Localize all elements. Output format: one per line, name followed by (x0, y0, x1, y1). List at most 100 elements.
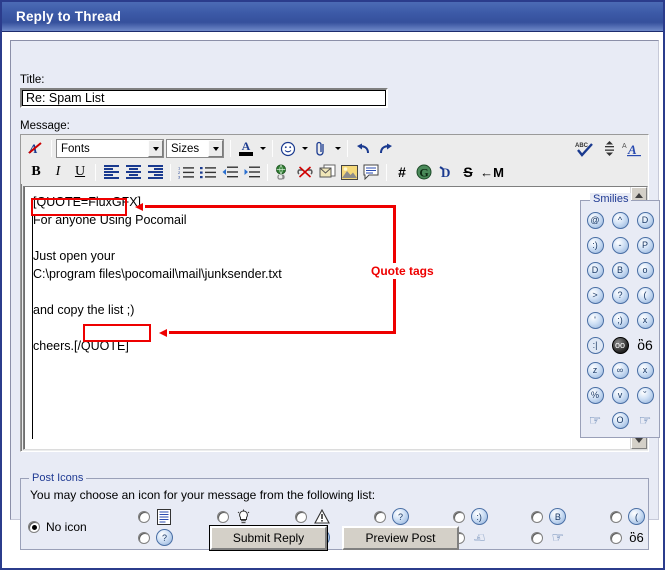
post-icon-option-warning[interactable] (295, 507, 374, 526)
smiley-wink-glyph: ;) (611, 311, 629, 329)
smiley-plain-glyph: :| (586, 336, 604, 354)
post-icon-question: ? (391, 507, 410, 526)
smiley-cry[interactable]: ' (583, 308, 607, 332)
post-icon-option-cool[interactable]: B (531, 507, 610, 526)
smiley-angry-glyph: > (586, 286, 604, 304)
unordered-list-button[interactable] (197, 162, 219, 183)
smiley-dizzy[interactable]: @ (583, 208, 607, 232)
smiley-big-grin[interactable]: D (583, 258, 607, 282)
radio-warning[interactable] (295, 510, 308, 523)
font-color-icon[interactable]: A (235, 138, 257, 159)
attachment-icon[interactable] (310, 138, 332, 159)
smiley-dog-glyph: ὃ6 (637, 337, 653, 353)
reply-to-thread-window: Reply to Thread Title: Message: A (0, 0, 665, 570)
smiley-neutral[interactable]: - (608, 233, 632, 257)
smiley-sad[interactable]: ( (633, 283, 657, 307)
font-family-select[interactable]: Fonts (56, 139, 164, 158)
smiley-dog[interactable]: ὃ6 (633, 333, 657, 357)
smiley-surprised[interactable]: O (608, 408, 632, 432)
smiley-sunglasses-dark[interactable]: oo (608, 333, 632, 357)
font-size-select[interactable]: Sizes (166, 139, 224, 158)
d-button[interactable]: D (435, 162, 457, 183)
post-icon-option-lightbulb[interactable] (216, 507, 296, 526)
underline-button[interactable]: U (69, 162, 91, 183)
smiley-angry[interactable]: > (583, 283, 607, 307)
smiley-no-mouth-glyph: ∞ (611, 361, 629, 379)
s-button[interactable]: S (457, 162, 479, 183)
text-style-icon[interactable]: A A (620, 138, 644, 159)
attachment-chevron-down-icon[interactable] (332, 139, 343, 159)
smiley-thumbs-up[interactable]: ☞ (583, 408, 607, 432)
post-icons-help-text: You may choose an icon for your message … (30, 488, 376, 502)
remove-link-button[interactable] (294, 162, 316, 183)
submit-reply-button[interactable]: Submit Reply (209, 525, 328, 551)
smiley-grin[interactable]: D (633, 208, 657, 232)
indent-button[interactable] (241, 162, 263, 183)
smiley-thumbs-down[interactable]: ☞ (633, 408, 657, 432)
smiley-plain[interactable]: :| (583, 333, 607, 357)
post-icon-option-document[interactable] (138, 507, 217, 526)
align-right-button[interactable] (144, 162, 166, 183)
smiley-cool[interactable]: B (608, 258, 632, 282)
smilies-legend: Smilies (590, 193, 632, 205)
message-textarea[interactable]: [QUOTE=FluxGFX] For anyone Using Pocomai… (24, 187, 630, 449)
smiley-smile[interactable]: :) (583, 233, 607, 257)
smiley-silent[interactable]: x (633, 308, 657, 332)
radio-sad[interactable] (609, 510, 622, 523)
radio-document[interactable] (138, 510, 150, 523)
spellcheck-icon[interactable]: ABC (572, 138, 598, 159)
insert-link-button[interactable] (272, 162, 294, 183)
smiley-grin-glyph: D (636, 211, 654, 229)
title-input[interactable] (20, 88, 388, 108)
m-button[interactable]: ←M (479, 162, 505, 183)
font-family-select-wrap[interactable]: Fonts (56, 139, 166, 158)
outdent-button[interactable] (219, 162, 241, 183)
svg-text:A: A (622, 143, 627, 150)
smiley-dizzy-glyph: @ (586, 211, 604, 229)
post-icon-option-smile[interactable]: :) (452, 507, 532, 526)
font-size-select-wrap[interactable]: Sizes (166, 139, 226, 158)
smiley-blush-glyph: o (636, 261, 654, 279)
post-icon-option-question[interactable]: ? (373, 507, 453, 526)
radio-question[interactable] (373, 510, 386, 523)
hash-button[interactable]: # (391, 162, 413, 183)
insert-quote-button[interactable] (360, 162, 382, 183)
post-icon-smile: :) (470, 507, 489, 526)
radio-smile[interactable] (452, 510, 465, 523)
italic-button[interactable]: I (47, 162, 69, 183)
smiley-tongue[interactable]: P (633, 233, 657, 257)
align-center-button[interactable] (122, 162, 144, 183)
undo-icon[interactable] (352, 138, 374, 159)
smiley-wink-confused[interactable]: ^ (608, 208, 632, 232)
g-button[interactable]: G (413, 162, 435, 183)
smiley-blush[interactable]: o (633, 258, 657, 282)
insert-image-button[interactable] (338, 162, 360, 183)
preview-post-button[interactable]: Preview Post (342, 526, 459, 550)
smiley-sleep[interactable]: z (583, 358, 607, 382)
radio-lightbulb[interactable] (216, 510, 229, 523)
smiley-roll-eyes[interactable]: ˘ (633, 383, 657, 407)
smiley-wink[interactable]: ;) (608, 308, 632, 332)
smiley-sunglasses-dark-glyph: oo (611, 336, 629, 354)
bold-button[interactable]: B (25, 162, 47, 183)
remove-formatting-icon[interactable]: A (25, 138, 47, 159)
smiley-devil[interactable]: v (608, 383, 632, 407)
font-color-chevron-down-icon[interactable] (257, 139, 268, 159)
smiley-insert-icon[interactable] (277, 138, 299, 159)
message-editor: A Fonts Sizes (20, 134, 649, 452)
smiley-sick[interactable]: % (583, 383, 607, 407)
radio-cool[interactable] (531, 510, 544, 523)
smiley-no-mouth[interactable]: ∞ (608, 358, 632, 382)
redo-icon[interactable] (374, 138, 396, 159)
action-buttons: Submit Reply Preview Post (2, 525, 663, 551)
smiley-chevron-down-icon[interactable] (299, 139, 310, 159)
align-left-button[interactable] (100, 162, 122, 183)
ordered-list-button[interactable]: 1 2 3 (175, 162, 197, 183)
smiley-cross-eyes[interactable]: x (633, 358, 657, 382)
post-icon-sad: ( (627, 507, 646, 526)
post-icon-option-sad[interactable]: ( (609, 507, 646, 526)
insert-email-button[interactable] (316, 162, 338, 183)
smiley-smile-glyph: :) (586, 236, 604, 254)
line-spacing-icon[interactable] (598, 138, 620, 159)
smiley-confused-question[interactable]: ? (608, 283, 632, 307)
